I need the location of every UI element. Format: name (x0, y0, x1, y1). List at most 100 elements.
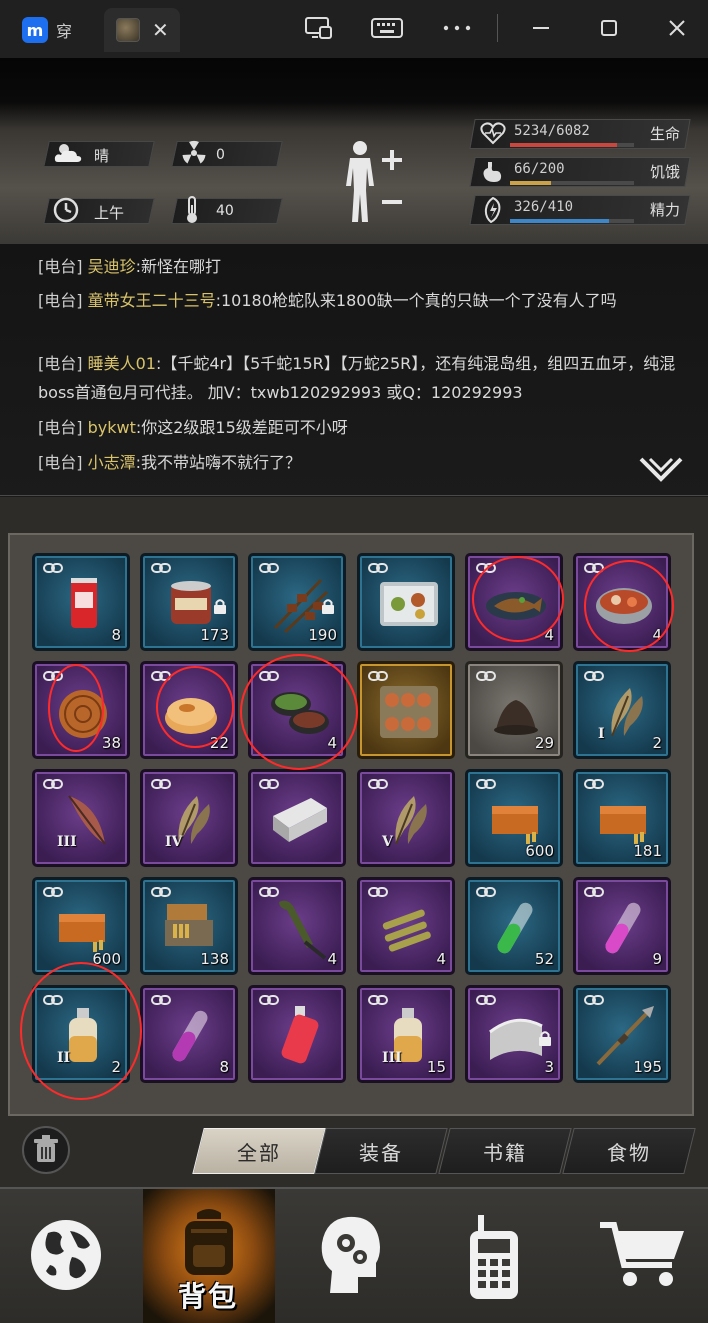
drink-can-icon (71, 578, 97, 628)
item-quantity: 3 (544, 1058, 554, 1076)
lock-icon (214, 599, 226, 614)
inventory-slot-fish-dish[interactable]: 4 (465, 553, 563, 651)
red-bottle-icon (281, 1006, 319, 1064)
inventory-slot-banquet[interactable] (357, 661, 455, 759)
chat-message: [电台] 小志潭:我不带站嗨不就行了？ (38, 453, 302, 472)
inventory-slot-ammo-box[interactable]: 181 (573, 769, 671, 867)
more-button[interactable] (440, 14, 474, 42)
item-quantity: 600 (92, 950, 121, 968)
inventory-slot-dirt-pile[interactable]: 29 (465, 661, 563, 759)
minimize-icon (533, 27, 549, 29)
bottom-navigation: 背包 (0, 1187, 708, 1323)
weather-label: 晴 (94, 147, 110, 165)
inventory-slot-feather[interactable]: V (357, 769, 455, 867)
game-thumbnail-icon (116, 18, 140, 42)
inventory-slot-vial-pink[interactable]: 9 (573, 877, 671, 975)
inventory-slot-vial-purple[interactable]: 8 (140, 985, 238, 1083)
expand-chat-chevron-icon[interactable] (638, 455, 684, 485)
hunger-bar (510, 181, 634, 185)
inventory-slot-seafood-pot[interactable]: 4 (573, 553, 671, 651)
item-tier: IV (165, 834, 183, 850)
inventory-slot-ammo-box[interactable]: 600 (32, 877, 130, 975)
item-tier: V (382, 834, 393, 850)
item-quantity: 138 (200, 950, 229, 968)
item-quantity: 22 (209, 734, 229, 752)
inventory-slot-spear[interactable]: 195 (573, 985, 671, 1083)
inventory-slot-feast-bowls[interactable]: 4 (248, 661, 346, 759)
minimize-button[interactable] (526, 14, 556, 42)
vial-purple-icon (172, 1010, 208, 1062)
trash-icon (34, 1135, 58, 1162)
nav-backpack-label: 背包 (177, 1280, 238, 1313)
banquet-icon (380, 686, 438, 738)
seafood-pot-icon (596, 588, 652, 624)
keyboard-icon (371, 18, 403, 38)
fish-dish-icon (486, 592, 546, 620)
inventory-slot-rocket[interactable]: 4 (248, 877, 346, 975)
inventory-slot-ammo-box[interactable]: 600 (465, 769, 563, 867)
inventory-slot-meat-can[interactable]: 173 (140, 553, 238, 651)
item-quantity: 29 (534, 734, 554, 752)
head-gears-icon (321, 1216, 380, 1293)
inventory-slot-bottle[interactable]: III 15 (357, 985, 455, 1083)
inventory-slot-feather[interactable]: I2 (573, 661, 671, 759)
category-filter-bar: 全部 装备 书籍 食物 (190, 1128, 696, 1174)
item-quantity: 2 (652, 734, 662, 752)
inventory-slot-vial-green[interactable]: 52 (465, 877, 563, 975)
item-quantity: 8 (219, 1058, 229, 1076)
nav-skills[interactable] (292, 1189, 412, 1323)
inventory-slot-metal-bar[interactable] (248, 769, 346, 867)
item-quantity: 195 (633, 1058, 662, 1076)
item-quantity: 9 (652, 950, 662, 968)
nav-backpack[interactable]: 背包 (143, 1189, 275, 1323)
inventory-slot-ammo-box-open[interactable]: 138 (140, 877, 238, 975)
item-quantity: 15 (426, 1058, 446, 1076)
body-status-icon[interactable] (338, 138, 408, 226)
stomach-icon (483, 162, 502, 182)
close-tab-icon[interactable]: ✕ (152, 18, 169, 42)
inventory-slot-red-bottle[interactable] (248, 985, 346, 1083)
maximize-button[interactable] (594, 14, 624, 42)
screen-cast-button[interactable] (302, 14, 336, 42)
item-quantity: 8 (111, 626, 121, 644)
inventory-slot-skewers[interactable]: 190 (248, 553, 346, 651)
nav-map[interactable] (0, 1189, 140, 1323)
health-value: 5234/6082 (514, 123, 590, 139)
inventory-slot-feather-red[interactable]: III (32, 769, 130, 867)
inventory-slot-pastry[interactable]: 22 (140, 661, 238, 759)
item-quantity: 173 (200, 626, 229, 644)
inventory-slot-metal-plate[interactable]: 3 (465, 985, 563, 1083)
nav-shop[interactable] (576, 1189, 708, 1323)
lock-icon (539, 1031, 551, 1046)
hunger-value: 66/200 (514, 161, 565, 177)
item-quantity: 4 (327, 734, 337, 752)
rocket-icon (279, 900, 327, 960)
chat-message: [电台] 睡美人01:【千蛇4r】【5千蛇15R】【万蛇25R】，还有纯混岛组，… (38, 354, 676, 402)
discard-button[interactable] (22, 1126, 70, 1174)
maximize-icon (601, 20, 617, 36)
inventory-slot-bento-box[interactable] (357, 553, 455, 651)
inventory-slot-bullets[interactable]: 4 (357, 877, 455, 975)
close-window-button[interactable] (662, 14, 692, 42)
item-quantity: 181 (633, 842, 662, 860)
keyboard-button[interactable] (370, 14, 404, 42)
more-icon (443, 25, 471, 31)
item-tier: I (598, 726, 605, 742)
app-logo-icon: m (22, 17, 48, 43)
bento-box-icon (380, 582, 438, 626)
backpack-icon (185, 1209, 233, 1275)
app-tab[interactable]: m 穿 (22, 14, 102, 46)
game-tab[interactable]: ✕ (104, 8, 180, 52)
radiation-icon (182, 140, 206, 164)
item-quantity: 190 (308, 626, 337, 644)
inventory-slot-bottle[interactable]: II 2 (32, 985, 130, 1083)
nav-radio[interactable] (432, 1189, 552, 1323)
inventory-slot-drink-can[interactable]: 8 (32, 553, 130, 651)
energy-value: 326/410 (514, 199, 574, 215)
inventory-slot-mooncake[interactable]: 38 (32, 661, 130, 759)
inventory-slot-feather[interactable]: IV (140, 769, 238, 867)
health-label: 生命 (650, 125, 681, 143)
item-quantity: 38 (101, 734, 121, 752)
bullets-icon (382, 909, 431, 952)
item-quantity: 2 (111, 1058, 121, 1076)
